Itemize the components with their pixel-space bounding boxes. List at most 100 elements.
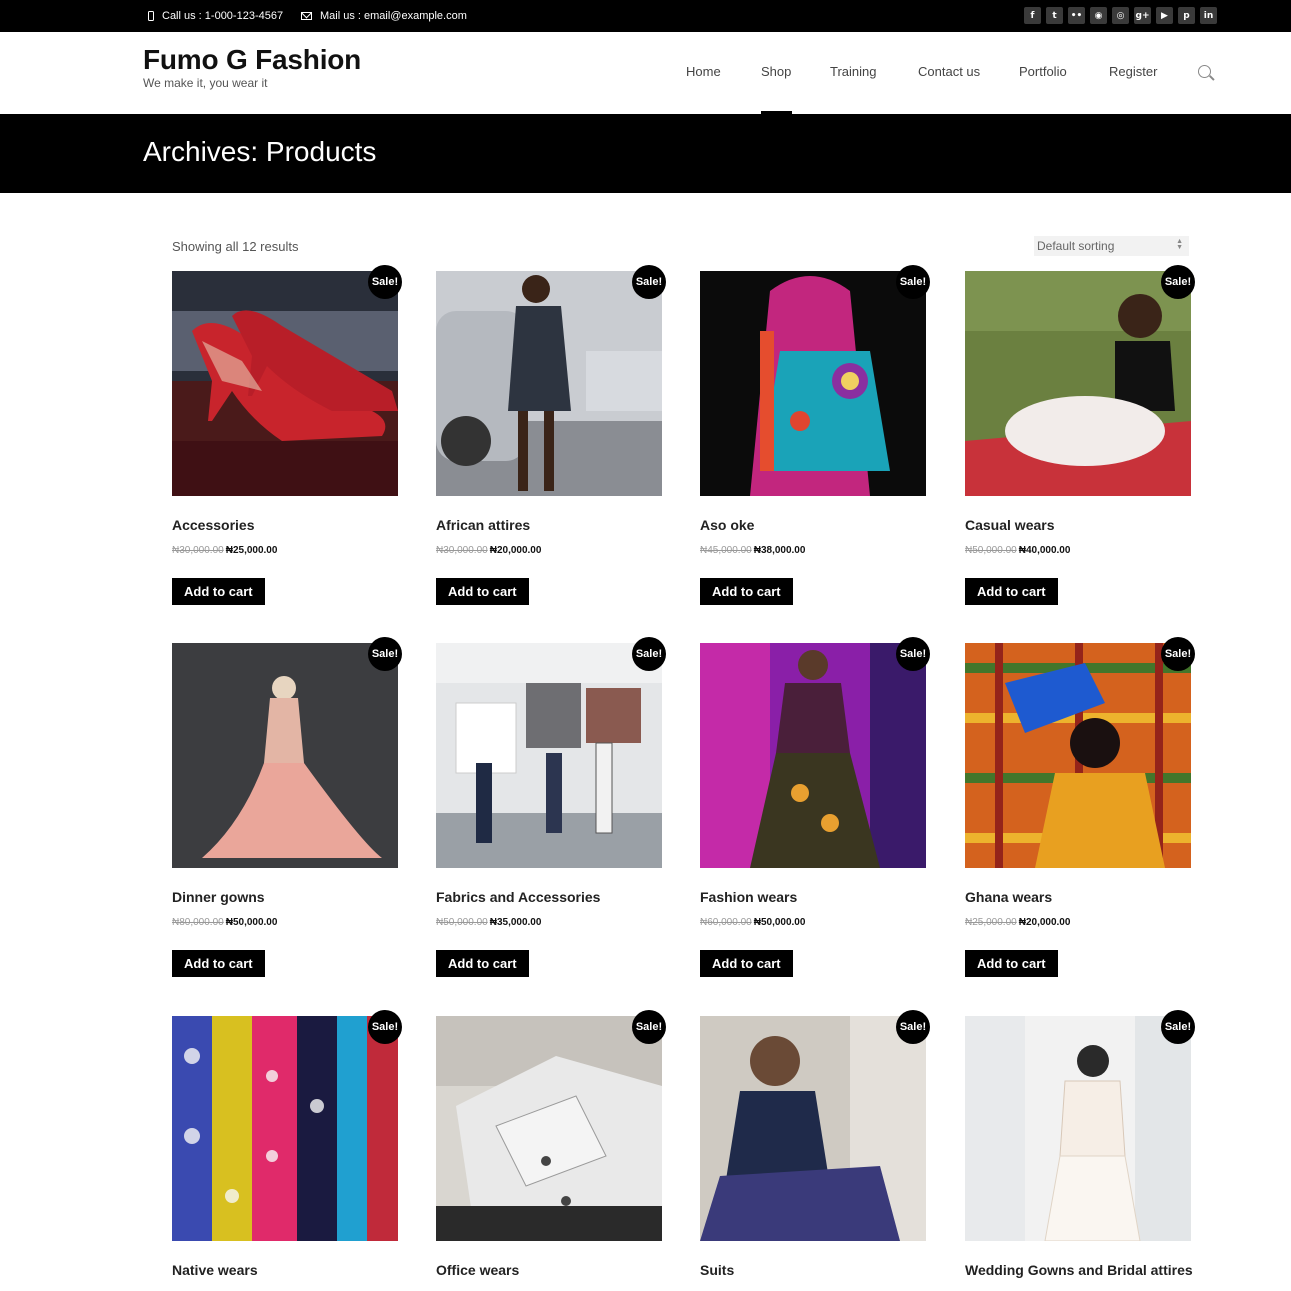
regular-price: ₦60,000.00 (700, 917, 752, 928)
product-title-fabrics-and-accessories[interactable]: Fabrics and Accessories (436, 889, 600, 905)
nav-item-home[interactable]: Home (686, 64, 721, 79)
sale-badge: Sale! (368, 1010, 402, 1044)
pinterest-icon[interactable]: p (1178, 7, 1195, 24)
phone-text: Call us : 1-000-123-4567 (162, 10, 284, 22)
nav-item-shop[interactable]: Shop (761, 64, 791, 79)
product-image[interactable] (700, 1016, 926, 1241)
phone-contact: Call us : 1-000-123-4567 (148, 0, 283, 32)
product-price: ₦80,000.00 ₦50,000.00 (172, 917, 277, 928)
add-to-cart-button[interactable]: Add to cart (172, 578, 265, 605)
regular-price: ₦50,000.00 (965, 545, 1017, 556)
regular-price: ₦25,000.00 (965, 917, 1017, 928)
product-title-wedding-gowns-and-bridal-attires[interactable]: Wedding Gowns and Bridal attires (965, 1262, 1193, 1278)
top-bar: Call us : 1-000-123-4567 Mail us : email… (0, 0, 1291, 32)
sale-price: ₦40,000.00 (1018, 545, 1071, 556)
instagram-icon[interactable]: ◎ (1112, 7, 1129, 24)
product-image[interactable] (965, 643, 1191, 868)
sale-price: ₦50,000.00 (753, 917, 806, 928)
sale-badge: Sale! (896, 1010, 930, 1044)
product-image[interactable] (436, 643, 662, 868)
sort-dropdown[interactable]: Default sorting ▲ ▼ (1034, 236, 1189, 256)
nav-item-portfolio[interactable]: Portfolio (1019, 64, 1067, 79)
product-title-suits[interactable]: Suits (700, 1262, 734, 1278)
sale-badge: Sale! (896, 637, 930, 671)
product-image[interactable] (436, 1016, 662, 1241)
add-to-cart-button[interactable]: Add to cart (172, 950, 265, 977)
product-title-dinner-gowns[interactable]: Dinner gowns (172, 889, 265, 905)
sale-badge: Sale! (1161, 1010, 1195, 1044)
sale-price: ₦20,000.00 (1018, 917, 1071, 928)
add-to-cart-button[interactable]: Add to cart (436, 578, 529, 605)
youtube-icon[interactable]: ▶ (1156, 7, 1173, 24)
dropdown-arrows-icon: ▲ ▼ (1176, 238, 1183, 251)
sale-badge: Sale! (1161, 265, 1195, 299)
rss-icon[interactable]: ◉ (1090, 7, 1107, 24)
mail-contact: Mail us : email@example.com (301, 0, 467, 32)
sale-badge: Sale! (368, 265, 402, 299)
add-to-cart-button[interactable]: Add to cart (965, 578, 1058, 605)
product-image[interactable] (700, 271, 926, 496)
regular-price: ₦80,000.00 (172, 917, 224, 928)
product-price: ₦50,000.00 ₦40,000.00 (965, 545, 1070, 556)
page-title-banner: Archives: Products (0, 114, 1291, 193)
product-price: ₦60,000.00 ₦50,000.00 (700, 917, 805, 928)
product-price: ₦45,000.00 ₦38,000.00 (700, 545, 805, 556)
regular-price: ₦50,000.00 (436, 917, 488, 928)
nav-item-register[interactable]: Register (1109, 64, 1157, 79)
facebook-icon[interactable]: f (1024, 7, 1041, 24)
product-title-aso-oke[interactable]: Aso oke (700, 517, 754, 533)
google-plus-icon[interactable]: g+ (1134, 7, 1151, 24)
social-links: f t •• ◉ ◎ g+ ▶ p in (1024, 7, 1217, 24)
regular-price: ₦45,000.00 (700, 545, 752, 556)
sale-badge: Sale! (1161, 637, 1195, 671)
sale-price: ₦35,000.00 (489, 917, 542, 928)
sale-badge: Sale! (896, 265, 930, 299)
nav-item-training[interactable]: Training (830, 64, 876, 79)
sale-price: ₦25,000.00 (225, 545, 278, 556)
sale-badge: Sale! (368, 637, 402, 671)
product-price: ₦30,000.00 ₦20,000.00 (436, 545, 541, 556)
sale-price: ₦38,000.00 (753, 545, 806, 556)
sale-badge: Sale! (632, 265, 666, 299)
sale-badge: Sale! (632, 637, 666, 671)
product-title-ghana-wears[interactable]: Ghana wears (965, 889, 1052, 905)
product-price: ₦25,000.00 ₦20,000.00 (965, 917, 1070, 928)
product-image[interactable] (965, 1016, 1191, 1241)
product-image[interactable] (965, 271, 1191, 496)
product-price: ₦30,000.00 ₦25,000.00 (172, 545, 277, 556)
add-to-cart-button[interactable]: Add to cart (700, 578, 793, 605)
product-title-accessories[interactable]: Accessories (172, 517, 255, 533)
mail-text: Mail us : email@example.com (320, 10, 467, 22)
site-branding: Fumo G Fashion We make it, you wear it (143, 44, 361, 90)
product-image[interactable] (700, 643, 926, 868)
product-price: ₦50,000.00 ₦35,000.00 (436, 917, 541, 928)
site-tagline: We make it, you wear it (143, 76, 268, 90)
regular-price: ₦30,000.00 (172, 545, 224, 556)
product-title-office-wears[interactable]: Office wears (436, 1262, 519, 1278)
site-title[interactable]: Fumo G Fashion (143, 44, 361, 76)
sale-price: ₦50,000.00 (225, 917, 278, 928)
regular-price: ₦30,000.00 (436, 545, 488, 556)
twitter-icon[interactable]: t (1046, 7, 1063, 24)
product-image[interactable] (172, 1016, 398, 1241)
add-to-cart-button[interactable]: Add to cart (700, 950, 793, 977)
phone-icon (148, 11, 154, 21)
product-title-casual-wears[interactable]: Casual wears (965, 517, 1055, 533)
search-icon[interactable] (1198, 65, 1211, 78)
result-count: Showing all 12 results (172, 239, 299, 254)
sort-dropdown-value: Default sorting (1037, 239, 1115, 253)
site-header: Fumo G Fashion We make it, you wear it H… (0, 32, 1291, 114)
product-title-fashion-wears[interactable]: Fashion wears (700, 889, 797, 905)
product-title-african-attires[interactable]: African attires (436, 517, 530, 533)
add-to-cart-button[interactable]: Add to cart (436, 950, 529, 977)
product-title-native-wears[interactable]: Native wears (172, 1262, 258, 1278)
sale-badge: Sale! (632, 1010, 666, 1044)
add-to-cart-button[interactable]: Add to cart (965, 950, 1058, 977)
flickr-icon[interactable]: •• (1068, 7, 1085, 24)
linkedin-icon[interactable]: in (1200, 7, 1217, 24)
nav-item-contact-us[interactable]: Contact us (918, 64, 980, 79)
product-image[interactable] (172, 643, 398, 868)
product-image[interactable] (172, 271, 398, 496)
sale-price: ₦20,000.00 (489, 545, 542, 556)
product-image[interactable] (436, 271, 662, 496)
